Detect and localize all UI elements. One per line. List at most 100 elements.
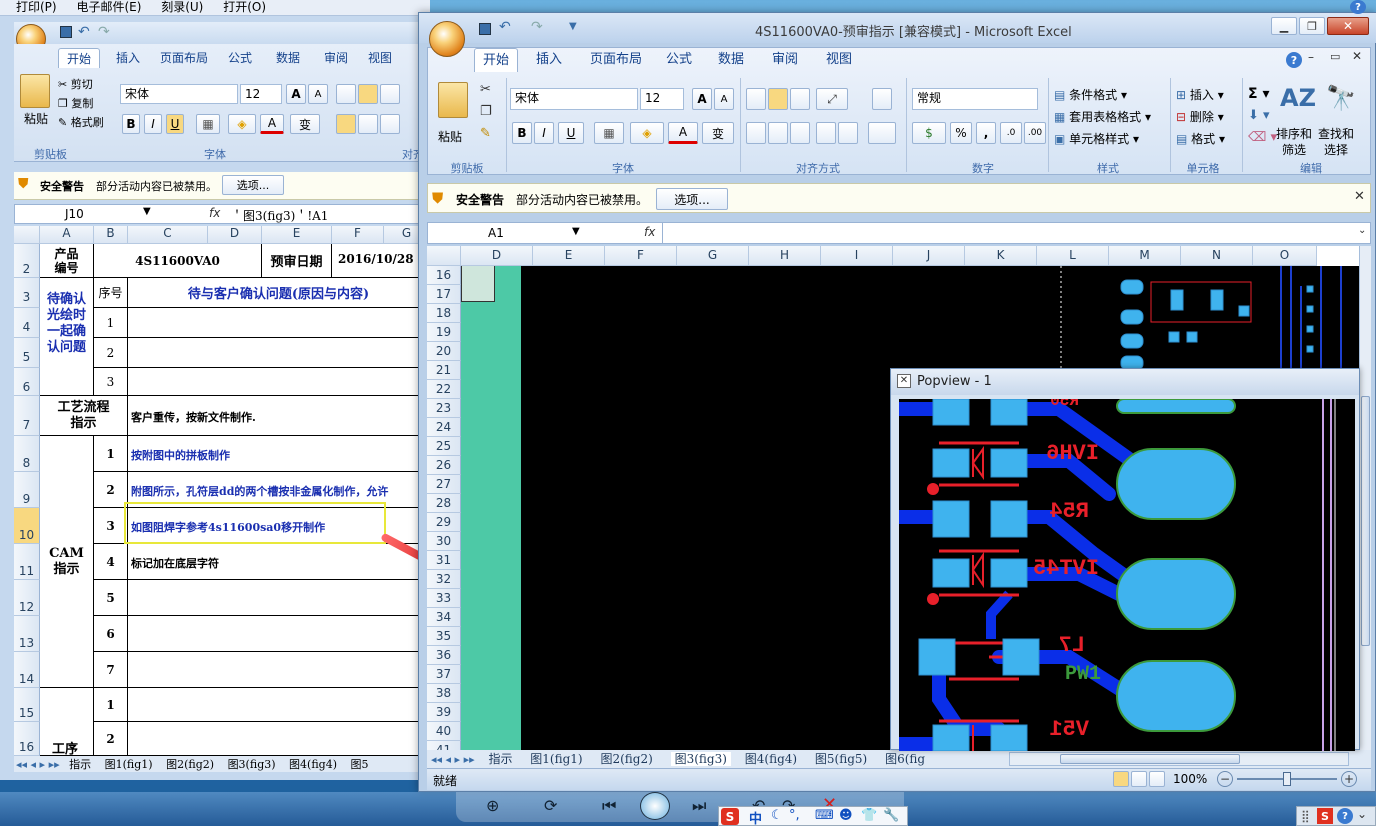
tray-help-icon[interactable]: ?: [1337, 808, 1353, 824]
row-header[interactable]: 14: [14, 652, 40, 688]
pending-title-cell[interactable]: 待与客户确认问题(原因与内容): [128, 278, 430, 308]
cam-item-cell[interactable]: 标记加在底层字符: [128, 544, 430, 580]
save-icon[interactable]: [60, 26, 72, 38]
review-date-label-cell[interactable]: 预审日期: [262, 244, 332, 278]
format-painter-button[interactable]: ✎ 格式刷: [58, 114, 104, 130]
page-break-view-icon[interactable]: [1149, 771, 1165, 787]
normal-view-icon[interactable]: [1113, 771, 1129, 787]
row-header[interactable]: 20: [427, 342, 461, 361]
slideshow-icon[interactable]: [640, 792, 670, 820]
find-select-icon[interactable]: 🔭: [1326, 84, 1356, 112]
row-header[interactable]: 6: [14, 368, 40, 396]
sogou-icon[interactable]: S: [721, 808, 739, 825]
tab-formulas[interactable]: 公式: [658, 48, 700, 72]
column-header[interactable]: J: [893, 246, 965, 266]
pending-num-cell[interactable]: 3: [94, 368, 128, 396]
row-header[interactable]: 31: [427, 551, 461, 570]
horizontal-scroll-thumb[interactable]: [1060, 754, 1240, 764]
cam-item-cell[interactable]: [128, 580, 430, 616]
row-header[interactable]: 33: [427, 589, 461, 608]
font-color-icon[interactable]: A: [260, 114, 284, 134]
column-header[interactable]: M: [1109, 246, 1181, 266]
zoom-slider-thumb[interactable]: [1283, 772, 1291, 786]
cam-num-cell[interactable]: 7: [94, 652, 128, 688]
close-icon[interactable]: ✕: [1327, 17, 1369, 35]
col-header[interactable]: B: [94, 226, 128, 244]
menu-burn[interactable]: 刻录(U): [161, 0, 203, 15]
pending-label-cell[interactable]: 待确认光绘时一起确认问题: [40, 278, 94, 396]
column-header[interactable]: K: [965, 246, 1037, 266]
row-header[interactable]: 41: [427, 741, 461, 750]
increase-indent-icon[interactable]: [838, 122, 858, 144]
italic-icon[interactable]: I: [534, 122, 554, 144]
row-header[interactable]: 8: [14, 436, 40, 472]
sort-filter-label[interactable]: 排序和 筛选: [1276, 126, 1312, 158]
ribbon-minimize-icon[interactable]: –: [1308, 50, 1314, 64]
cut-button[interactable]: ✂ 剪切: [58, 76, 93, 92]
back-sheet-tab[interactable]: 图3(fig3): [228, 758, 276, 771]
previous-icon[interactable]: ⏮: [602, 796, 616, 816]
sheet-tab[interactable]: 图6(fig: [885, 752, 925, 766]
ime-skin-icon[interactable]: 👕: [861, 808, 877, 823]
row-header[interactable]: 22: [427, 380, 461, 399]
ime-user-icon[interactable]: ☻: [839, 808, 853, 823]
comma-icon[interactable]: ,: [976, 122, 996, 144]
process-value-cell[interactable]: 客户重传，按新文件制作.: [128, 396, 430, 436]
formula-expand-icon[interactable]: ⌄: [1358, 225, 1366, 236]
percent-icon[interactable]: %: [950, 122, 972, 144]
tray-sogou-icon[interactable]: S: [1317, 808, 1333, 824]
number-format-select[interactable]: 常规: [912, 88, 1038, 110]
cam-num-cell[interactable]: 6: [94, 616, 128, 652]
fx-icon[interactable]: fx: [644, 225, 655, 239]
office-button-icon[interactable]: [429, 21, 465, 57]
align-right-icon[interactable]: [380, 114, 400, 134]
cell-styles-button[interactable]: ▣ 单元格样式 ▾: [1054, 130, 1139, 147]
security-options-button[interactable]: 选项...: [656, 188, 728, 210]
cam-item-cell[interactable]: 按附图中的拼板制作: [128, 436, 430, 472]
find-select-label[interactable]: 查找和 选择: [1318, 126, 1354, 158]
align-left-icon[interactable]: [746, 122, 766, 144]
pending-content-cell[interactable]: [128, 308, 430, 338]
row-header[interactable]: 30: [427, 532, 461, 551]
align-bottom-icon[interactable]: [790, 88, 810, 110]
row-header[interactable]: 28: [427, 494, 461, 513]
menu-open[interactable]: 打开(O): [223, 0, 266, 15]
back-sheet-tab[interactable]: 图1(fig1): [105, 758, 153, 771]
pending-num-cell[interactable]: 1: [94, 308, 128, 338]
copy-icon[interactable]: ❐: [480, 104, 492, 119]
back-tab-data[interactable]: 数据: [268, 48, 308, 68]
row-header[interactable]: 11: [14, 544, 40, 580]
next-icon[interactable]: ⏭: [692, 796, 706, 816]
row-header[interactable]: 23: [427, 399, 461, 418]
security-close-icon[interactable]: ✕: [1354, 189, 1365, 204]
cam-num-cell[interactable]: 3: [94, 508, 128, 544]
format-as-table-button[interactable]: ▦ 套用表格格式 ▾: [1054, 108, 1151, 125]
fill-color-icon[interactable]: ◈: [630, 122, 664, 144]
column-header[interactable]: O: [1253, 246, 1317, 266]
undo-icon[interactable]: ↶: [78, 24, 90, 40]
pending-content-cell[interactable]: [128, 368, 430, 396]
col-header[interactable]: D: [208, 226, 262, 244]
product-label-cell[interactable]: 产品 编号: [40, 244, 94, 278]
paste-icon[interactable]: [438, 82, 468, 118]
zoom-level[interactable]: 100%: [1173, 772, 1207, 786]
format-painter-icon[interactable]: ✎: [480, 126, 491, 141]
redo-icon[interactable]: ↷: [98, 24, 110, 40]
undo-icon[interactable]: ↶: [499, 19, 511, 35]
fill-icon[interactable]: ⬇ ▾: [1248, 108, 1270, 123]
row-header[interactable]: 40: [427, 722, 461, 741]
row-header[interactable]: 3: [14, 278, 40, 308]
cam-num-cell[interactable]: 1: [94, 436, 128, 472]
redo-icon[interactable]: ↷: [531, 19, 543, 35]
row-header[interactable]: 17: [427, 285, 461, 304]
ime-moon-icon[interactable]: ☾: [771, 808, 783, 823]
back-sheet-tab[interactable]: 图2(fig2): [166, 758, 214, 771]
col-header[interactable]: C: [128, 226, 208, 244]
row-header[interactable]: 24: [427, 418, 461, 437]
bold-icon[interactable]: B: [122, 114, 140, 134]
row-header-selected[interactable]: 10: [14, 508, 40, 544]
select-all-corner[interactable]: [14, 226, 40, 244]
name-box-dropdown-icon[interactable]: ▼: [572, 226, 580, 237]
formula-input[interactable]: [666, 225, 1356, 241]
column-header[interactable]: I: [821, 246, 893, 266]
